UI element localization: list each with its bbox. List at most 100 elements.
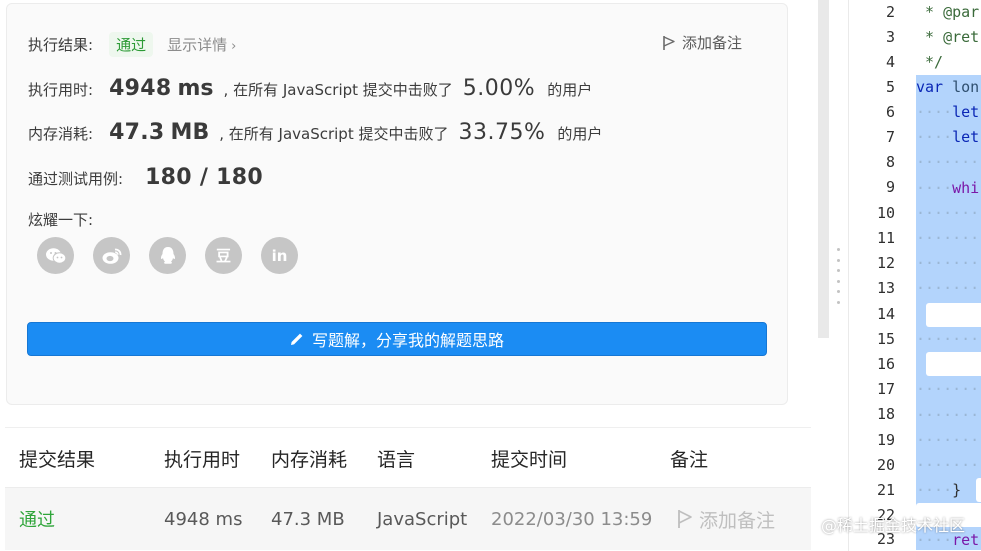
tests-value: 180 / 180: [145, 165, 263, 190]
add-note-button[interactable]: 添加备注: [662, 32, 742, 53]
line-number: 12: [876, 254, 895, 272]
linkedin-glyph: in: [271, 246, 288, 265]
line-number: 21: [876, 481, 895, 499]
runtime-value: 4948: [109, 76, 172, 101]
runtime-percent: 5.00%: [462, 76, 536, 101]
douban-icon[interactable]: 豆: [205, 237, 242, 274]
header-result: 提交结果: [19, 448, 96, 471]
flag-icon: [678, 510, 692, 528]
line-number: 20: [876, 456, 895, 474]
memory-beat-text: , 在所有 JavaScript 提交中击败了: [219, 125, 449, 143]
runtime-row: 执行用时: 4948 ms , 在所有 JavaScript 提交中击败了 5.…: [28, 76, 592, 101]
line-number: 9: [885, 178, 895, 196]
keyword-let: let: [952, 128, 980, 146]
write-solution-label: 写题解，分享我的解题思路: [311, 331, 504, 350]
header-runtime: 执行用时: [164, 448, 241, 471]
line-number: 3: [885, 28, 895, 46]
header-language: 语言: [377, 448, 416, 471]
code-line: ········: [916, 456, 981, 474]
submissions-table: 提交结果 执行用时 内存消耗 语言 提交时间 备注 通过 4948 ms 47.…: [5, 427, 811, 551]
row-add-note-button[interactable]: 添加备注: [677, 488, 775, 550]
row-time: 2022/03/30 13:59: [491, 508, 653, 530]
code-line: ········: [916, 153, 981, 171]
table-header: 提交结果 执行用时 内存消耗 语言 提交时间 备注: [5, 427, 811, 488]
code-line: ········: [916, 380, 981, 398]
result-scrollbar[interactable]: [818, 0, 829, 338]
row-add-note-label: 添加备注: [699, 509, 776, 532]
code-line: ········: [916, 254, 981, 272]
code-line: var lon: [916, 75, 981, 100]
show-details-link[interactable]: 显示详情 ›: [167, 34, 236, 55]
code-line: ········: [916, 330, 981, 348]
line-number: 8: [885, 153, 895, 171]
share-buttons: 豆 in: [37, 237, 298, 274]
runtime-beat-text: , 在所有 JavaScript 提交中击败了: [223, 81, 453, 99]
memory-label: 内存消耗:: [28, 125, 94, 143]
line-number: 19: [876, 431, 895, 449]
header-memory: 内存消耗: [271, 448, 348, 471]
status-badge: 通过: [109, 32, 154, 57]
code-line: ········: [916, 204, 981, 222]
code-line: * @ret: [916, 28, 980, 46]
linkedin-icon[interactable]: in: [261, 237, 298, 274]
line-number: 13: [876, 279, 895, 297]
write-solution-button[interactable]: 写题解，分享我的解题思路: [27, 322, 767, 356]
line-number: 18: [876, 405, 895, 423]
line-number: 2: [885, 3, 895, 21]
share-row-label: 炫耀一下:: [28, 209, 93, 230]
header-time: 提交时间: [491, 448, 568, 471]
exec-result-row: 执行结果: 通过 显示详情 ›: [28, 32, 236, 57]
line-number: 11: [876, 229, 895, 247]
row-result-link[interactable]: 通过: [19, 488, 55, 550]
show-details-label: 显示详情: [167, 36, 228, 54]
add-note-label: 添加备注: [682, 34, 743, 52]
memory-row: 内存消耗: 47.3 MB , 在所有 JavaScript 提交中击败了 33…: [28, 120, 602, 145]
keyword-let: let: [952, 103, 980, 121]
row-language: JavaScript: [377, 508, 468, 530]
row-memory: 47.3 MB: [271, 508, 345, 530]
code-line: ········: [916, 229, 981, 247]
flag-icon: [663, 35, 675, 50]
code-block: [926, 352, 981, 376]
line-number: 15: [876, 330, 895, 348]
header-note: 备注: [670, 448, 709, 471]
exec-result-label: 执行结果:: [28, 36, 94, 54]
share-label: 炫耀一下:: [28, 211, 94, 229]
code-editor[interactable]: 2 3 4 5 6 7 8 9 10 11 12 13 14 15 16 17 …: [848, 0, 981, 551]
memory-percent: 33.75%: [458, 120, 546, 145]
line-number: 4: [885, 53, 895, 71]
result-card: 执行结果: 通过 显示详情 › 添加备注 执行用时: 4948 ms , 在所有 …: [6, 3, 788, 405]
identifier: lon: [943, 78, 980, 96]
keyword-while: whi: [952, 179, 980, 197]
tests-label: 通过测试用例:: [28, 170, 124, 188]
weibo-icon[interactable]: [93, 237, 130, 274]
line-number: 14: [876, 305, 895, 323]
code-line: ········: [916, 431, 981, 449]
memory-unit: MB: [170, 120, 210, 145]
line-number: 5: [885, 78, 895, 96]
line-number: 16: [876, 355, 895, 373]
code-line: */: [916, 53, 944, 71]
code-line: ····whi: [916, 179, 980, 197]
line-number: 10: [876, 204, 895, 222]
tests-row: 通过测试用例: 180 / 180: [28, 165, 263, 190]
code-block: [926, 303, 981, 327]
line-number: 7: [885, 128, 895, 146]
row-runtime: 4948 ms: [164, 508, 243, 530]
wechat-icon[interactable]: [37, 237, 74, 274]
runtime-users-suffix: 的用户: [547, 81, 593, 99]
code-line: ····let: [916, 128, 980, 146]
keyword-var: var: [916, 78, 944, 96]
line-number: 17: [876, 380, 895, 398]
pencil-icon: [290, 333, 303, 345]
watermark: @稀土掘金技术社区: [820, 516, 965, 535]
runtime-unit: ms: [177, 76, 214, 101]
memory-value: 47.3: [109, 120, 165, 145]
runtime-label: 执行用时:: [28, 81, 94, 99]
chevron-right-icon: ›: [231, 39, 237, 54]
closing-brace: }: [952, 481, 962, 499]
pane-resize-handle[interactable]: [836, 248, 840, 304]
qq-icon[interactable]: [149, 237, 186, 274]
code-line: ········: [916, 406, 981, 424]
table-row: 通过 4948 ms 47.3 MB JavaScript 2022/03/30…: [5, 487, 811, 550]
